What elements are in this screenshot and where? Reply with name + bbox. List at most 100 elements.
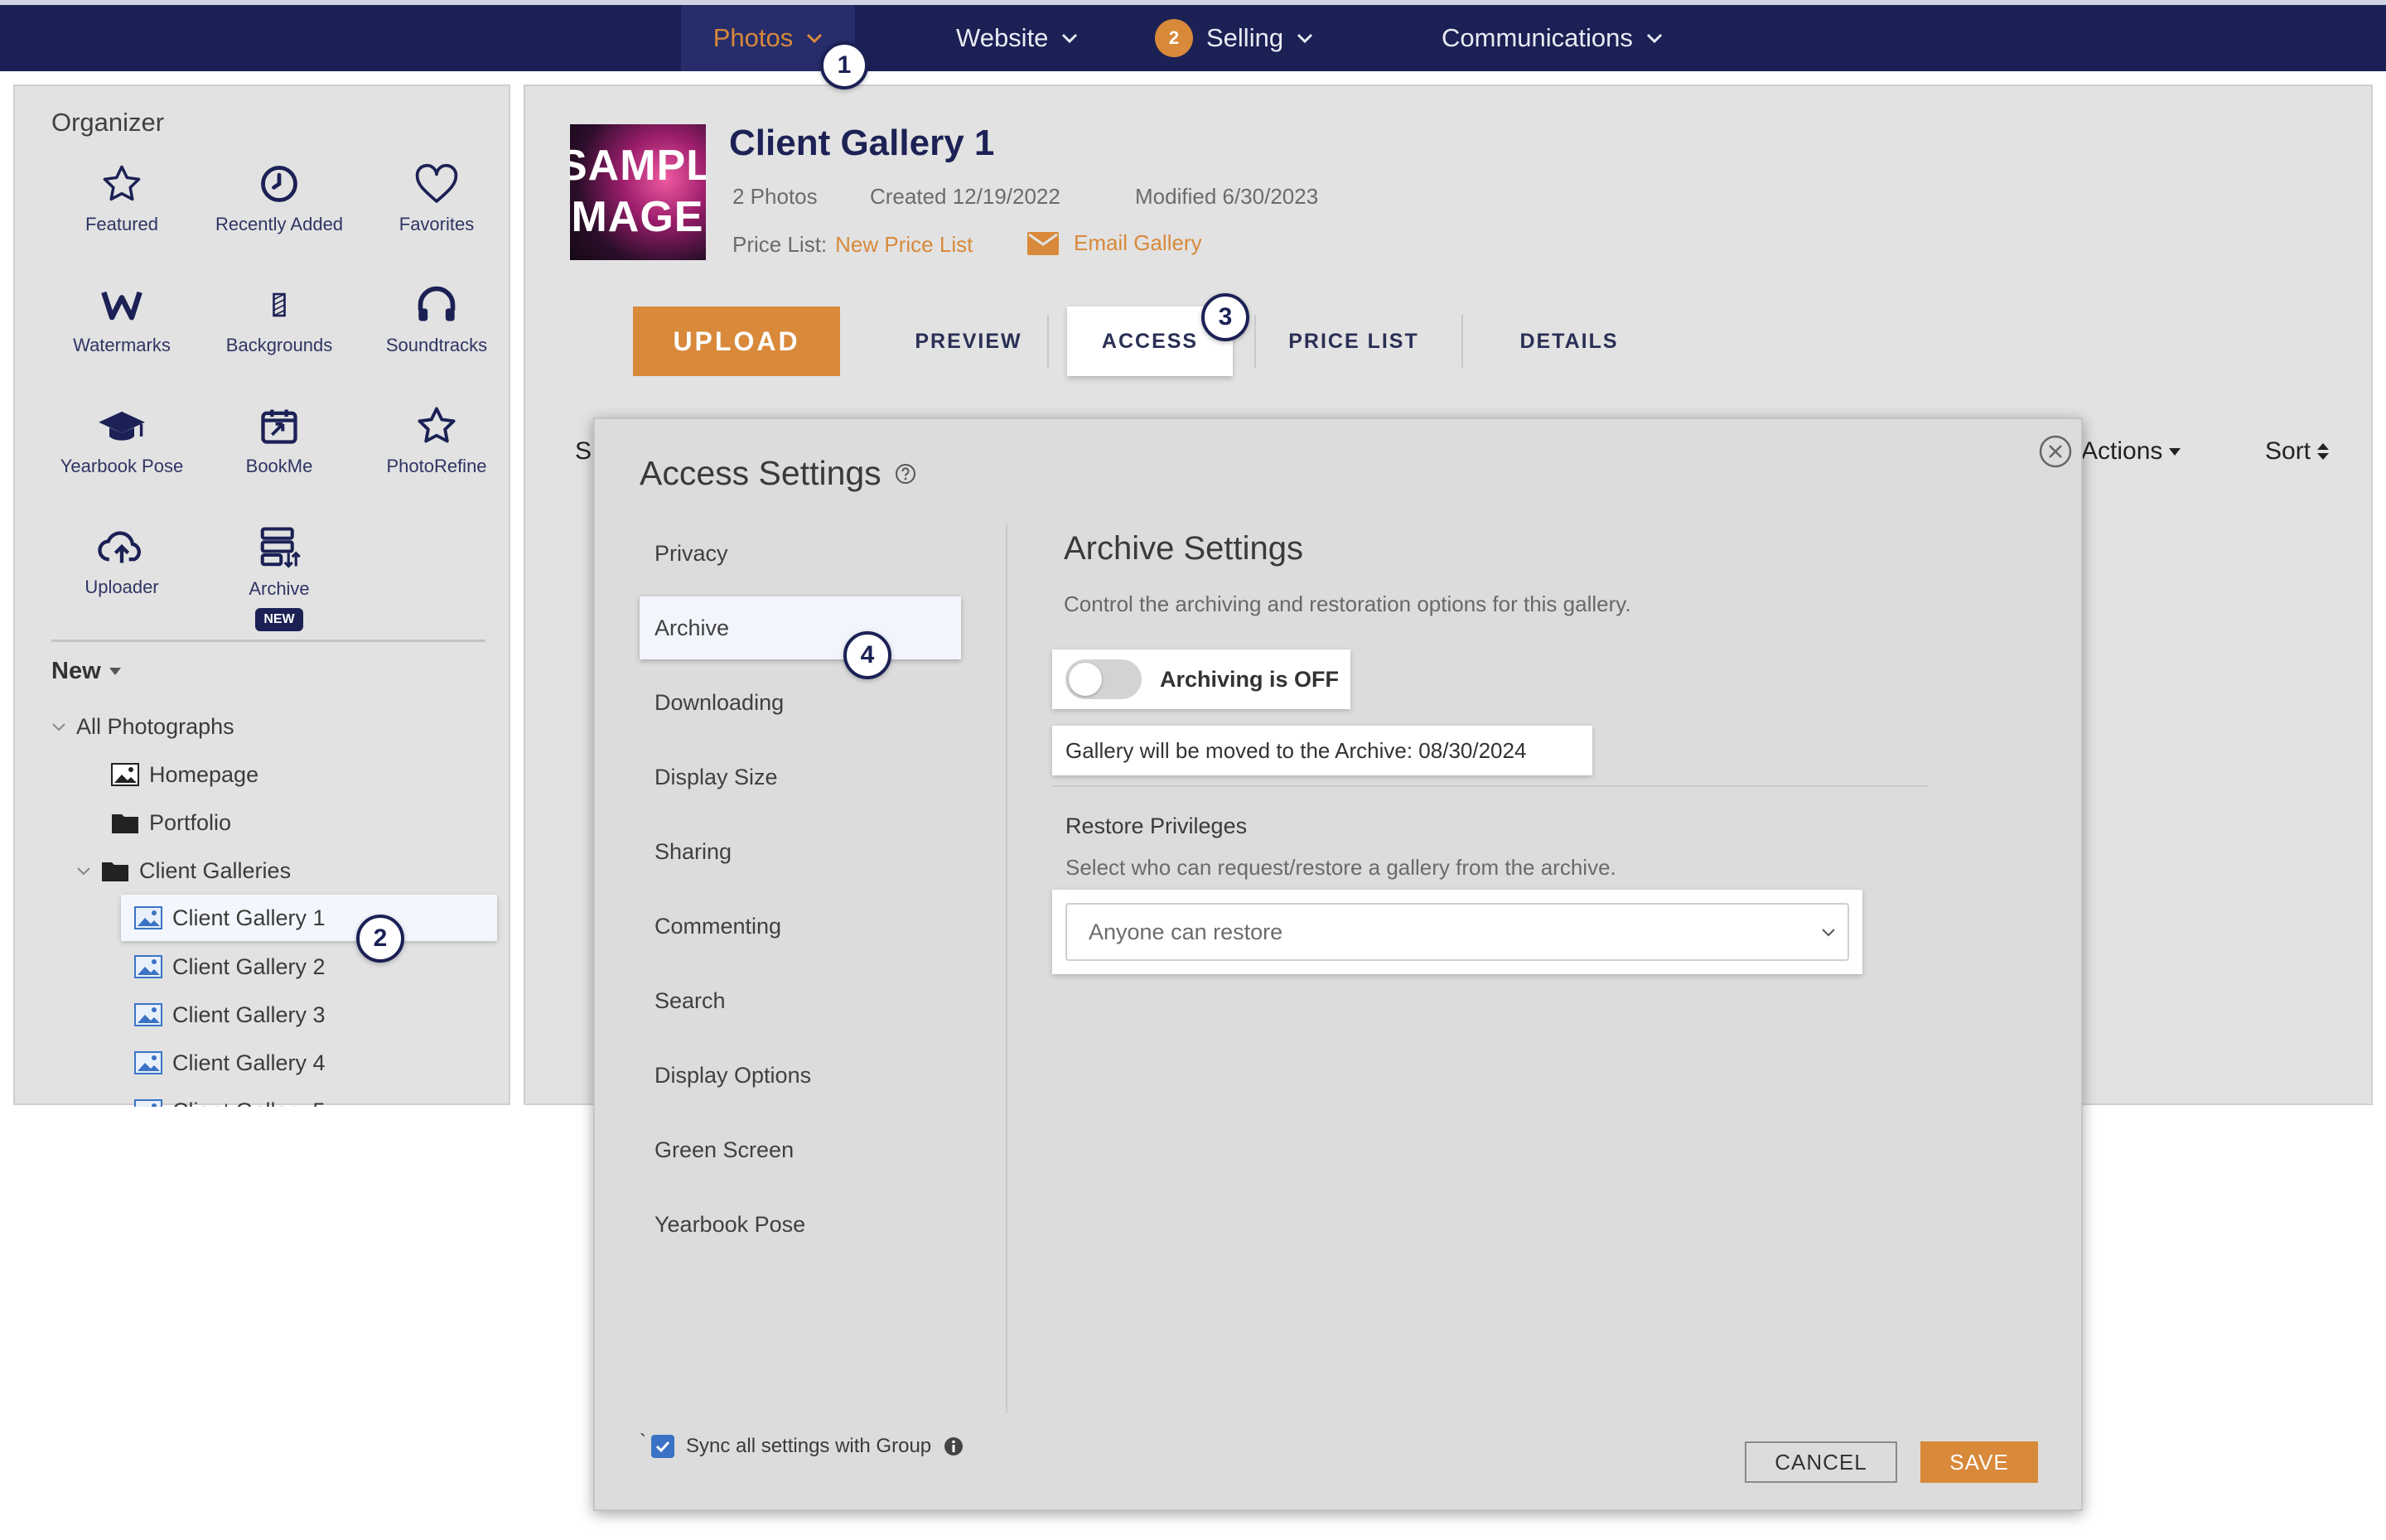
gallery-image-icon [134,1003,162,1026]
nav-website[interactable]: Website [956,5,1078,71]
organizer-recently-added[interactable]: Recently Added [200,162,358,239]
menu-archive[interactable]: Archive [640,596,961,659]
restore-privileges-description: Select who can request/restore a gallery… [1065,855,1616,880]
price-list-link[interactable]: New Price List [835,232,973,258]
tab-details[interactable]: DETAILS [1478,307,1660,376]
tree-client-gallery-3[interactable]: Client Gallery 3 [134,996,326,1034]
organizer-bookme[interactable]: BookMe [200,404,358,480]
nav-selling[interactable]: 2 Selling [1155,5,1313,71]
organizer-watermarks[interactable]: Watermarks [43,283,200,360]
tab-preview[interactable]: PREVIEW [865,307,1072,376]
archive-section-divider [1052,785,1929,787]
sort-dropdown[interactable]: Sort [2265,437,2330,466]
organizer-uploader[interactable]: Uploader [43,525,200,601]
sparkle-star-icon [418,407,456,443]
tree-homepage[interactable]: Homepage [111,756,258,794]
nav-selling-label: Selling [1206,23,1284,52]
tree-item-label: Client Gallery 4 [172,1050,326,1075]
annotation-marker-1: 1 [820,41,868,89]
menu-search[interactable]: Search [640,971,963,1031]
price-list-label: Price List: [732,232,828,257]
menu-downloading[interactable]: Downloading [640,673,963,732]
sync-settings-checkbox[interactable] [651,1435,674,1458]
organizer-featured[interactable]: Featured [43,162,200,239]
gallery-image-icon [134,1051,162,1074]
tree-item-label: Client Galleries [139,857,292,883]
gallery-photo-count: 2 Photos [732,184,818,209]
gallery-thumbnail[interactable]: SAMPLE IMAGE [570,124,706,260]
cloud-upload-icon [98,531,141,563]
tree-client-gallery-2[interactable]: Client Gallery 2 [134,948,326,986]
nav-communications[interactable]: Communications [1442,5,1663,71]
nav-website-label: Website [956,23,1049,52]
info-icon[interactable] [943,1436,964,1457]
tree-all-photographs[interactable]: All Photographs [51,707,234,746]
upload-button[interactable]: UPLOAD [633,307,840,376]
modal-title: Access Settings [640,454,916,493]
menu-display-size[interactable]: Display Size [640,747,963,807]
price-list-row: Price List: New Price List [732,232,973,258]
help-icon[interactable] [895,463,916,485]
thumbnail-text-line-2: IMAGE [570,193,704,241]
tree-client-gallery-5[interactable]: Client Gallery 5 [134,1092,326,1107]
search-field-stub[interactable]: S [575,437,592,466]
gallery-modified-date: Modified 6/30/2023 [1135,184,1319,209]
modal-vertical-divider [1006,524,1007,1413]
menu-commenting[interactable]: Commenting [640,896,963,956]
menu-sharing[interactable]: Sharing [640,822,963,881]
sync-settings-row: ` Sync all settings with Group [640,1431,964,1458]
tree-item-label: Client Gallery 3 [172,1002,326,1027]
archiving-toggle[interactable]: Archiving is OFF [1052,649,1350,709]
sidebar-divider [51,640,485,642]
organizer-photorefine[interactable]: PhotoRefine [358,404,515,480]
cancel-button[interactable]: CANCEL [1745,1441,1897,1483]
archiving-switch[interactable] [1065,659,1142,699]
menu-yearbook-pose[interactable]: Yearbook Pose [640,1195,963,1254]
folder-icon [112,814,138,833]
chevron-down-icon [1646,33,1662,43]
star-icon [103,165,141,201]
organizer-yearbook-pose-label: Yearbook Pose [60,456,184,476]
actions-dropdown[interactable]: Actions [2081,437,2181,466]
email-gallery-link[interactable]: Email Gallery [1027,230,1202,256]
envelope-icon [1027,231,1059,255]
tree-client-gallery-1[interactable]: Client Gallery 1 [121,895,497,941]
restore-privileges-label: Restore Privileges [1065,813,1248,838]
tree-client-gallery-4[interactable]: Client Gallery 4 [134,1044,326,1082]
tree-item-label: All Photographs [76,713,234,739]
tab-separator [1461,315,1463,368]
tree-client-galleries[interactable]: Client Galleries [76,852,291,890]
menu-privacy[interactable]: Privacy [640,524,963,583]
organizer-favorites[interactable]: Favorites [358,162,515,239]
organizer-yearbook-pose[interactable]: Yearbook Pose [43,404,200,480]
tab-price-list[interactable]: PRICE LIST [1263,307,1445,376]
menu-green-screen[interactable]: Green Screen [640,1120,963,1180]
organizer-archive-label: Archive [249,578,310,599]
sync-settings-label: Sync all settings with Group [686,1435,932,1457]
save-button[interactable]: SAVE [1920,1441,2038,1483]
gallery-created-date: Created 12/19/2022 [870,184,1060,209]
tree-item-label: Portfolio [149,809,232,835]
organizer-soundtracks[interactable]: Soundtracks [358,283,515,360]
organizer-uploader-label: Uploader [85,577,159,597]
organizer-soundtracks-label: Soundtracks [385,335,488,355]
menu-display-options[interactable]: Display Options [640,1045,963,1105]
headphones-icon [418,286,456,321]
organizer-backgrounds-label: Backgrounds [225,335,333,355]
organizer-backgrounds[interactable]: Backgrounds [200,283,358,360]
archive-icon [260,527,301,568]
chevron-down-icon [1822,928,1835,936]
chevron-down-icon [807,33,823,43]
new-dropdown[interactable]: New [51,658,121,685]
thumbnail-text-line-1: SAMPLE [570,142,706,190]
sync-prefix-mark: ` [640,1431,646,1453]
gallery-title: Client Gallery 1 [729,123,995,163]
caret-down-icon [2169,447,2181,456]
tree-portfolio[interactable]: Portfolio [111,804,231,842]
gallery-image-icon [134,1099,162,1107]
restore-privileges-select[interactable]: Anyone can restore [1065,903,1849,961]
organizer-archive[interactable]: Archive NEW [200,525,358,631]
close-icon[interactable] [2038,434,2073,469]
actions-label: Actions [2081,437,2163,465]
organizer-sidebar: Organizer Featured Recently Added Favori… [13,84,510,1107]
